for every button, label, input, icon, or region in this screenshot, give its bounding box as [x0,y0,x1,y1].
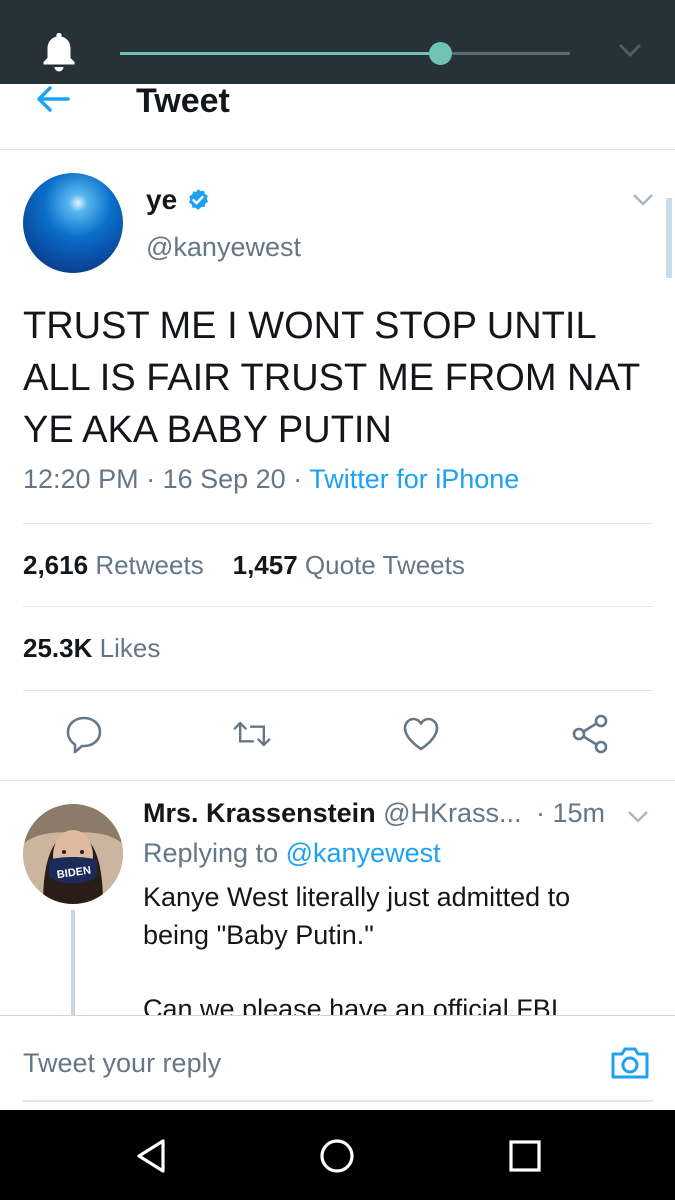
quote-tweets-count: 1,457 [232,550,298,580]
brightness-slider[interactable] [120,42,570,65]
reply-text: Kanye West literally just admitted to be… [143,878,643,1016]
chevron-down-icon[interactable] [617,40,643,60]
reply-item[interactable]: BIDEN Mrs. Krassenstein @HKrass... · 15m… [0,780,675,1016]
thread-line [71,910,75,1016]
retweet-icon[interactable] [232,712,272,756]
replying-to: Replying to @kanyewest [143,838,441,869]
separator-dot: · [146,464,163,494]
back-triangle-icon[interactable] [131,1136,171,1176]
camera-icon[interactable] [609,1044,651,1082]
verified-badge-icon [189,189,208,210]
reply-author-name[interactable]: Mrs. Krassenstein [143,798,376,828]
separator-dot: · [293,464,310,494]
tweet-actions [0,712,675,762]
chevron-down-icon[interactable] [631,192,655,208]
author-avatar[interactable] [23,173,123,273]
reply-input[interactable]: Tweet your reply [23,1048,221,1079]
arrow-left-icon[interactable] [34,84,72,114]
likes-label: Likes [99,633,161,663]
replying-prefix: Replying to [143,838,279,868]
scrollbar[interactable] [666,198,672,278]
notification-shade [0,0,675,84]
reply-time: · 15m [536,798,606,828]
tweet-time: 12:20 PM [23,464,139,494]
tweet-source-link[interactable]: Twitter for iPhone [309,464,519,494]
replying-mention-link[interactable]: @kanyewest [286,838,441,868]
reply-text-gap [143,954,643,990]
brightness-fill [120,52,440,55]
compose-underline [23,1100,653,1102]
reply-avatar[interactable]: BIDEN [23,804,123,904]
divider [23,606,653,607]
divider [23,523,653,524]
tweet-text: TRUST ME I WONT STOP UNTIL ALL IS FAIR T… [23,305,640,451]
retweets-count: 2,616 [23,550,89,580]
reply-author-handle[interactable]: @HKrass... [383,798,521,828]
system-nav-bar [0,1110,675,1200]
share-icon[interactable] [570,712,610,756]
home-circle-icon[interactable] [317,1136,357,1176]
author-name[interactable]: ye [146,184,177,216]
chevron-down-icon[interactable] [627,810,649,824]
quote-tweets-label: Quote Tweets [304,550,465,580]
brightness-thumb[interactable] [428,42,452,65]
retweet-stats[interactable]: 2,616 Retweets 1,457 Quote Tweets [23,550,465,581]
likes-stats[interactable]: 25.3K Likes [23,633,160,664]
recents-square-icon[interactable] [505,1136,545,1176]
reply-icon[interactable] [64,712,104,756]
reply-header: Mrs. Krassenstein @HKrass... [143,798,522,829]
divider [23,690,653,691]
tweet-header: Tweet [0,82,675,150]
reply-text-line: Can we please have an official FBI [143,994,559,1016]
page-title: Tweet [136,82,230,120]
reply-compose-bar[interactable]: Tweet your reply [0,1015,675,1110]
likes-count: 25.3K [23,633,93,663]
reply-avatar-photo: BIDEN [23,804,123,904]
tweet-date: 16 Sep 20 [162,464,286,494]
tweet-meta: 12:20 PM · 16 Sep 20 · Twitter for iPhon… [23,464,519,495]
author-handle[interactable]: @kanyewest [146,232,301,263]
retweets-label: Retweets [95,550,204,580]
like-icon[interactable] [401,712,441,756]
bell-icon[interactable] [40,30,78,74]
reply-text-line: Kanye West literally just admitted to be… [143,882,571,950]
